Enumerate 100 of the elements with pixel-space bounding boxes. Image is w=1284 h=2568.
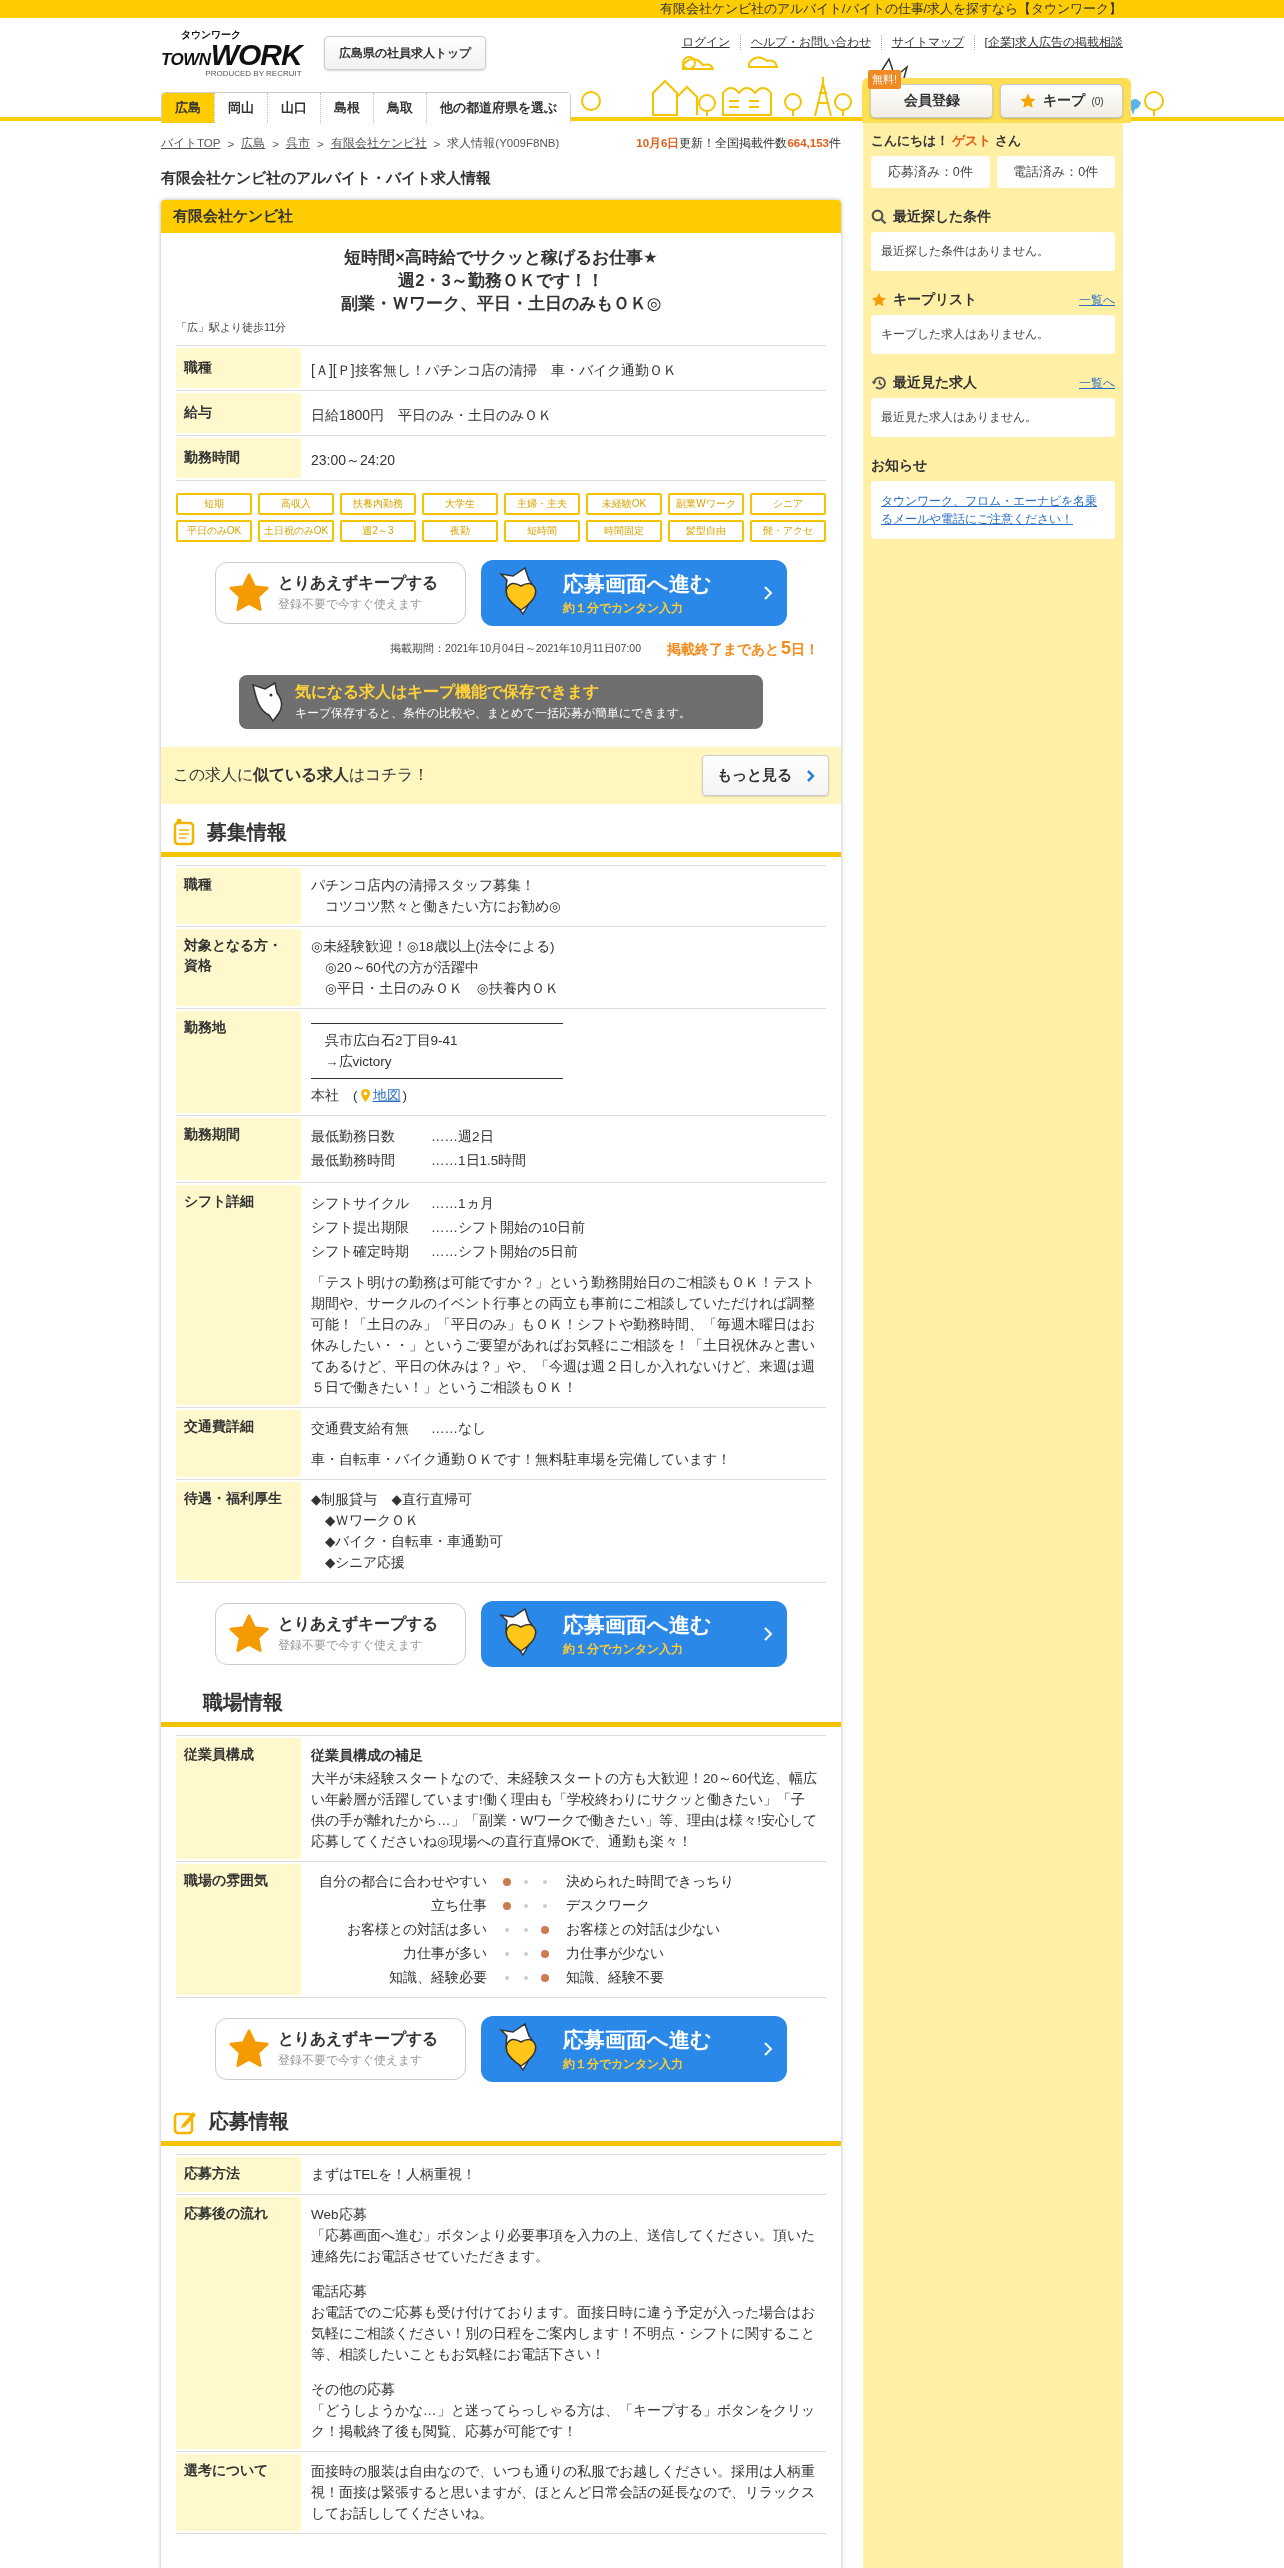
similar-jobs-text: この求人に似ている求人はコチラ！ — [173, 765, 429, 785]
row-label: 勤務時間 — [176, 438, 301, 478]
keep-list-button[interactable]: キープ (0) — [1000, 84, 1123, 118]
scale-right-label: デスクワーク — [566, 1897, 651, 1915]
address-text: 呉市広白石2丁目9-41 — [324, 1032, 459, 1050]
prefecture-tab[interactable]: 広島 — [162, 93, 214, 123]
row-value: [Ａ][Ｐ]接客無し！パチンコ店の清掃 車・バイク通勤ＯＫ — [311, 360, 678, 380]
row-text: パチンコ店内の清掃スタッフ募集！ — [311, 877, 536, 895]
star-icon — [228, 2029, 270, 2069]
notice-link[interactable]: タウンワーク、フロム・エーナビを名乗るメールや電話にご注意ください！ — [881, 492, 1105, 528]
detail-key: シフト提出期限 — [311, 1216, 431, 1240]
detail-paragraph: 車・自転車・バイク通勤ＯＫです！無料駐車場を完備しています！ — [311, 1451, 732, 1469]
row-text: ◆制服貸与 ◆直行直帰可 — [311, 1491, 473, 1509]
row-text: ◆バイク・自転車・車通勤可 — [324, 1533, 505, 1551]
prefecture-tab[interactable]: 他の都道府県を選ぶ — [426, 93, 570, 123]
row-label: 選考について — [176, 2454, 301, 2531]
feature-tag: 大学生 — [422, 493, 498, 515]
panel-message: 最近見た求人はありません。 — [881, 410, 1037, 424]
count-box: 応募済み：0件 — [871, 156, 990, 188]
panel-message: 最近探した条件はありません。 — [881, 244, 1049, 258]
detail-value: ……シフト開始の5日前 — [431, 1243, 578, 1261]
detail-key: シフトサイクル — [311, 1192, 431, 1216]
breadcrumb-link[interactable]: 広島 — [241, 136, 266, 151]
detail-paragraph: 大半が未経験スタートなので、未経験スタートの方も大歓迎！20～60代迄、幅広い年齢層が活躍しています!働く理由も「学校終わりにサクッと働きたい」「子供の手が離れたから…」「副業・Wワークで働きたい」等、理由は様々!安心して応募してくださいね◎現場への直行直帰OKで、通勤も楽々！ — [311, 1770, 818, 1851]
row-label: 職種 — [176, 348, 301, 388]
map-link[interactable]: 地図 — [372, 1085, 401, 1106]
header-link[interactable]: ログイン — [671, 34, 740, 50]
block-heading: 電話応募 — [311, 2283, 368, 2301]
row-label: 対象となる方・資格 — [176, 929, 301, 1006]
address-text: →広victory — [324, 1053, 393, 1071]
scale-right-label: お客様との対話は少ない — [566, 1921, 721, 1939]
star-icon — [228, 1614, 270, 1654]
catch-copy: 短時間×高時給でサクッと稼げるお仕事★ 週2・3～勤務ＯＫです！！ 副業・Ｗワーク、平日・土日のみもＯＫ◎ — [339, 247, 663, 314]
section-title: 応募情報 — [209, 2109, 289, 2134]
row-label: 交通費詳細 — [176, 1410, 301, 1477]
apply-button[interactable]: 応募画面へ進む 約１分でカンタン入力 — [481, 1601, 787, 1667]
star-icon — [1019, 92, 1038, 110]
block-text: 「どうしようかな…」と迷ってらっしゃる方は、「キープする」ボタンをクリック！掲載終了後も閲覧、応募が可能です！ — [311, 2402, 816, 2441]
detail-value: ……なし — [431, 1420, 486, 1438]
header-link[interactable]: [企業]求人広告の掲載相談 — [973, 34, 1123, 50]
feature-tag: 主婦・主夫 — [504, 493, 580, 515]
feature-tag: 短時間 — [504, 520, 580, 542]
keep-button[interactable]: とりあえずキープする 登録不要で今すぐ使えます — [215, 2018, 466, 2080]
panel-title: キープリスト — [893, 291, 978, 309]
scale-left-label: 知識、経験必要 — [388, 1969, 487, 1987]
more-button[interactable]: もっと見る — [702, 755, 829, 796]
row-text: ◎20～60代の方が活躍中 — [324, 959, 480, 977]
chevron-icon — [763, 2041, 773, 2057]
promo-text: キープ保存すると、条件の比較や、まとめて一括応募が簡単にできます。 — [295, 705, 691, 722]
history-icon — [871, 375, 887, 391]
header-link[interactable]: サイトマップ — [880, 34, 974, 50]
site-tagline: 有限会社ケンビ社のアルバイト/バイトの仕事/求人を探すなら【タウンワーク】 — [660, 1, 1122, 18]
office-text: 本社 ( — [311, 1087, 358, 1105]
list-link[interactable]: 一覧へ — [1079, 375, 1115, 391]
search-icon — [871, 209, 887, 225]
site-logo[interactable]: タウンワーク TOWNWORK PRODUCED BY RECRUIT — [161, 30, 302, 78]
count-box: 電話済み：0件 — [996, 156, 1115, 188]
posting-period: 掲載期間：2021年10月04日～2021年10月11日07:00 — [390, 641, 641, 656]
row-text: 面接時の服装は自由なので、いつも通りの私服でお越しください。採用は人柄重視！面接は緊張すると思いますが、ほとんど日常会話の延長なので、リラックスしてお話ししてくださいね。 — [311, 2463, 816, 2523]
keep-button[interactable]: とりあえずキープする 登録不要で今すぐ使えます — [215, 562, 466, 624]
keep-button[interactable]: とりあえずキープする 登録不要で今すぐ使えます — [215, 1603, 466, 1665]
block-heading: Web応募 — [311, 2206, 368, 2224]
feature-tag: 夜勤 — [422, 520, 498, 542]
apply-button[interactable]: 応募画面へ進む 約１分でカンタン入力 — [481, 560, 787, 626]
row-label: 待遇・福利厚生 — [176, 1482, 301, 1580]
breadcrumb-link[interactable]: 有限会社ケンビ社 — [330, 136, 427, 151]
feature-tag: 短期 — [176, 493, 252, 515]
scale-right-label: 決められた時間できっちり — [566, 1873, 735, 1891]
feature-tag: 土日祝のみOK — [258, 520, 334, 542]
breadcrumb-separator: > — [433, 137, 441, 150]
breadcrumb-separator: > — [227, 137, 235, 150]
row-label: 従業員構成 — [176, 1738, 301, 1859]
member-register-button[interactable]: 会員登録 — [870, 84, 993, 118]
scale-left-label: 自分の都合に合わせやすい — [318, 1873, 487, 1891]
header-link[interactable]: ヘルプ・お問い合わせ — [739, 34, 881, 50]
list-link[interactable]: 一覧へ — [1079, 292, 1115, 308]
employee-jobs-button[interactable]: 広島県の社員求人トップ — [323, 36, 486, 70]
greeting-text: こんにちは！ ゲスト さん — [871, 133, 1022, 150]
keep-promo-banner[interactable]: 気になる求人はキープ機能で保存できます キープ保存すると、条件の比較や、まとめて一括応募が簡単にできます。 — [239, 675, 763, 729]
promo-title: 気になる求人はキープ機能で保存できます — [295, 682, 600, 703]
row-label: 勤務地 — [176, 1011, 301, 1113]
map-pin-icon — [359, 1088, 371, 1103]
detail-key: 最低勤務日数 — [311, 1125, 431, 1149]
company-name: 有限会社ケンビ社 — [161, 200, 841, 233]
detail-value: ……シフト開始の10日前 — [431, 1219, 586, 1237]
access-text: 「広」駅より徒歩11分 — [176, 320, 288, 335]
star-icon — [871, 292, 887, 308]
feature-tag: 扶養内勤務 — [340, 493, 416, 515]
detail-value: ……週2日 — [431, 1128, 494, 1146]
feature-tag: シニア — [750, 493, 826, 515]
breadcrumb-link[interactable]: バイトTOP — [161, 136, 221, 151]
feature-tag: 副業Wワーク — [668, 493, 744, 515]
chevron-icon — [806, 768, 816, 783]
feature-tag: 平日のみOK — [176, 520, 252, 542]
row-text: ◎未経験歓迎！◎18歳以上(法令による) — [311, 938, 556, 956]
apply-button[interactable]: 応募画面へ進む 約１分でカンタン入力 — [481, 2016, 787, 2082]
breadcrumb-link[interactable]: 呉市 — [285, 136, 310, 151]
page-title: 有限会社ケンビ社のアルバイト・バイト求人情報 — [161, 169, 492, 188]
scale-right-label: 力仕事が少ない — [566, 1945, 665, 1963]
row-label: 応募後の流れ — [176, 2197, 301, 2449]
